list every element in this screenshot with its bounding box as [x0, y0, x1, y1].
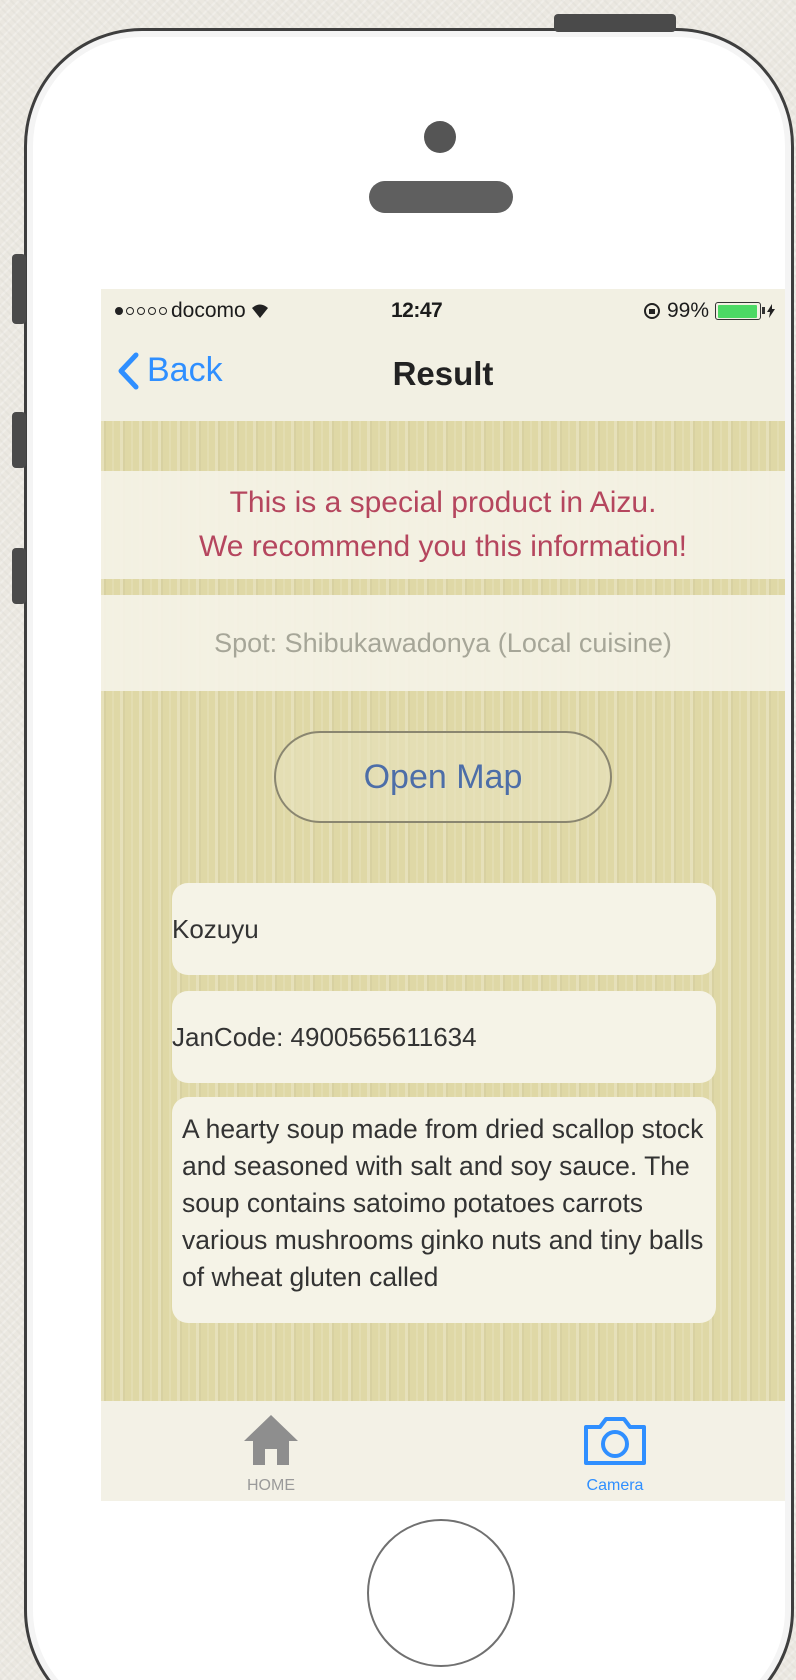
banner-line-1: This is a special product in Aizu.	[229, 486, 657, 519]
description-text-view[interactable]: A hearty soup made from dried scallop st…	[172, 1097, 716, 1323]
volume-up-button	[12, 412, 26, 468]
spot-label: Spot: Shibukawadonya (Local cuisine)	[101, 595, 785, 691]
home-icon	[244, 1415, 298, 1465]
battery-icon	[715, 302, 765, 320]
jan-code-field: JanCode: 4900565611634	[172, 991, 716, 1083]
result-content: This is a special product in Aizu. We re…	[101, 421, 785, 1401]
signal-strength-icon	[115, 307, 167, 315]
tab-home-label: HOME	[247, 1477, 295, 1494]
top-power-button	[554, 14, 676, 32]
charging-bolt-icon	[767, 304, 775, 318]
page-title: Result	[392, 355, 494, 392]
home-hardware-button[interactable]	[367, 1519, 515, 1667]
camera-icon	[584, 1417, 646, 1465]
front-camera-dot	[424, 121, 456, 153]
battery-percent: 99%	[666, 299, 709, 322]
banner-line-2: We recommend you this information!	[199, 530, 687, 563]
phone-frame: docomo 12:47 99% Back Result This is a s…	[24, 28, 794, 1680]
wifi-icon	[251, 304, 268, 318]
volume-down-button	[12, 548, 26, 604]
tab-home[interactable]: HOME	[201, 1401, 341, 1501]
carrier-name: docomo	[171, 299, 246, 322]
tab-bar: HOME Camera	[101, 1401, 785, 1501]
orientation-lock-icon	[643, 303, 660, 319]
recommendation-banner: This is a special product in Aizu. We re…	[101, 471, 785, 579]
tab-camera-label: Camera	[586, 1477, 644, 1494]
status-time: 12:47	[391, 299, 443, 322]
status-right: 99%	[643, 299, 775, 323]
product-name-field: Kozuyu	[172, 883, 716, 975]
navigation-bar: Back Result	[101, 333, 785, 421]
carrier-info: docomo	[115, 299, 270, 323]
earpiece-speaker	[369, 181, 513, 213]
phone-screen: docomo 12:47 99% Back Result This is a s…	[101, 289, 785, 1501]
mute-switch	[12, 254, 26, 324]
status-bar: docomo 12:47 99%	[101, 289, 785, 333]
open-map-button[interactable]: Open Map	[274, 731, 612, 823]
tab-camera[interactable]: Camera	[545, 1401, 685, 1501]
